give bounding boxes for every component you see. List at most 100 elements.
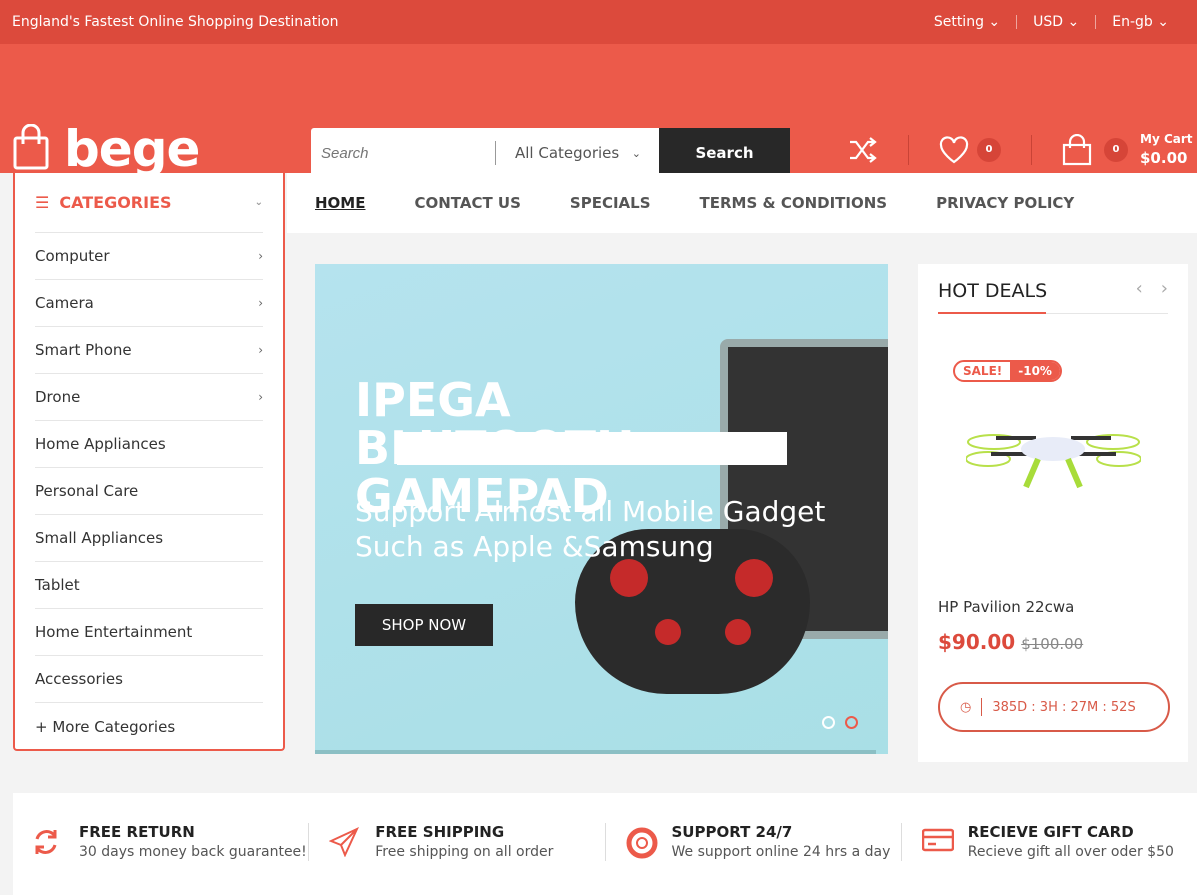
clock-icon: ◷ bbox=[960, 699, 972, 715]
sidebar-item[interactable]: Drone › bbox=[35, 374, 263, 421]
header: bege All Categories ⌄ Search 0 0 My Cart … bbox=[0, 44, 1197, 178]
categories-toggle[interactable]: ☰ CATEGORIES ⌄ bbox=[35, 173, 263, 233]
sidebar-item-label: Computer bbox=[35, 247, 110, 265]
sidebar-item[interactable]: + More Categories bbox=[35, 703, 263, 750]
sidebar-item[interactable]: Small Appliances bbox=[35, 515, 263, 562]
categories-sidebar: ☰ CATEGORIES ⌄ Computer › Camera › Smart Pho… bbox=[13, 173, 285, 751]
sidebar-item-label: Accessories bbox=[35, 670, 123, 688]
countdown-value: 385D : 3H : 27M : 52S bbox=[992, 699, 1136, 715]
hot-deals-panel: HOT DEALS ‹ › SALE! -10% HP Pavilion 22cwa… bbox=[918, 264, 1188, 762]
sidebar-item-label: Drone bbox=[35, 388, 81, 406]
sidebar-item[interactable]: Computer › bbox=[35, 233, 263, 280]
cart-summary[interactable]: My Cart $0.00 bbox=[1140, 132, 1193, 167]
old-price: $100.00 bbox=[1021, 635, 1084, 653]
feature-item: FREE RETURN 30 days money back guarantee! bbox=[13, 823, 310, 861]
countdown-timer: ◷ 385D : 3H : 27M : 52S bbox=[938, 682, 1170, 732]
feature-title: RECIEVE GIFT CARD bbox=[967, 823, 1134, 841]
slide-progress bbox=[315, 750, 876, 754]
sale-price: $90.00 bbox=[938, 630, 1016, 654]
logo[interactable]: bege bbox=[64, 122, 200, 176]
nav-link[interactable]: TERMS & CONDITIONS bbox=[700, 194, 888, 212]
chevron-down-icon: ⌄ bbox=[631, 146, 641, 160]
chevron-right-icon: › bbox=[258, 343, 263, 357]
nav-link[interactable]: PRIVACY POLICY bbox=[936, 194, 1074, 212]
slide-dot-1[interactable] bbox=[822, 716, 835, 729]
features-bar: FREE RETURN 30 days money back guarantee!… bbox=[13, 793, 1197, 895]
heart-icon[interactable] bbox=[939, 135, 969, 164]
chevron-right-icon: › bbox=[258, 249, 263, 263]
shuffle-compare-icon[interactable] bbox=[848, 136, 878, 163]
category-select[interactable]: All Categories ⌄ bbox=[495, 128, 659, 178]
shop-now-button[interactable]: SHOP NOW bbox=[355, 604, 493, 646]
drone-product-image[interactable] bbox=[966, 414, 1141, 504]
feature-item: SUPPORT 24/7 We support online 24 hrs a d… bbox=[606, 823, 902, 861]
search-button[interactable]: Search bbox=[659, 128, 790, 178]
discount-label: -10% bbox=[1010, 362, 1060, 380]
cart-bag-icon[interactable] bbox=[1062, 133, 1092, 166]
feature-title: FREE SHIPPING bbox=[375, 823, 505, 841]
feature-title: SUPPORT 24/7 bbox=[671, 823, 793, 841]
redaction-box bbox=[397, 432, 787, 465]
nav-link[interactable]: SPECIALS bbox=[570, 194, 651, 212]
sidebar-item[interactable]: Smart Phone › bbox=[35, 327, 263, 374]
currency-dropdown[interactable]: USD ⌄ bbox=[1016, 15, 1095, 29]
sidebar-item-label: Small Appliances bbox=[35, 529, 164, 547]
chevron-right-icon: › bbox=[258, 296, 263, 310]
sidebar-item[interactable]: Accessories bbox=[35, 656, 263, 703]
sidebar-item-label: Personal Care bbox=[35, 482, 139, 500]
product-price: $90.00 $100.00 bbox=[938, 630, 1083, 654]
slide-dot-2[interactable] bbox=[845, 716, 858, 729]
chevron-left-icon[interactable]: ‹ bbox=[1136, 278, 1143, 299]
chevron-right-icon[interactable]: › bbox=[1161, 278, 1168, 299]
cart-total: $0.00 bbox=[1140, 149, 1188, 167]
sidebar-item-label: Home Appliances bbox=[35, 435, 166, 453]
sidebar-item[interactable]: Home Appliances bbox=[35, 421, 263, 468]
setting-dropdown[interactable]: Setting ⌄ bbox=[918, 15, 1016, 29]
chevron-down-icon: ⌄ bbox=[254, 197, 263, 208]
nav-link[interactable]: CONTACT US bbox=[414, 194, 520, 212]
hot-deals-title: HOT DEALS bbox=[938, 264, 1168, 314]
sidebar-item[interactable]: Home Entertainment bbox=[35, 609, 263, 656]
banner-subtitle: Support Almost all Mobile Gadget Such as… bbox=[355, 495, 826, 563]
search-bar: All Categories ⌄ Search bbox=[311, 128, 790, 178]
search-input[interactable] bbox=[311, 128, 495, 178]
setting-label: Setting bbox=[933, 14, 984, 30]
currency-label: USD bbox=[1033, 14, 1064, 30]
nav-link[interactable]: HOME bbox=[315, 194, 365, 212]
language-label: En-gb bbox=[1112, 14, 1153, 30]
shopping-bag-icon[interactable] bbox=[13, 124, 49, 170]
sidebar-item[interactable]: Personal Care bbox=[35, 468, 263, 515]
sidebar-item-label: + More Categories bbox=[35, 717, 176, 736]
feature-text: Recieve gift all over oder $50 bbox=[967, 844, 1174, 860]
main-nav: HOME CONTACT US SPECIALS TERMS & CONDITIONS… bbox=[287, 173, 1197, 233]
wishlist-count: 0 bbox=[977, 137, 1001, 162]
sidebar-item-label: Smart Phone bbox=[35, 341, 132, 359]
sale-badge: SALE! -10% bbox=[953, 360, 1062, 382]
product-name[interactable]: HP Pavilion 22cwa bbox=[938, 598, 1074, 616]
hero-banner: IPEGA BLUTOOTH GAMEPAD Support Almost al… bbox=[315, 264, 888, 754]
tagline: England's Fastest Online Shopping Destin… bbox=[12, 14, 339, 30]
sidebar-item[interactable]: Camera › bbox=[35, 280, 263, 327]
top-bar: England's Fastest Online Shopping Destin… bbox=[0, 0, 1197, 44]
menu-icon: ☰ bbox=[35, 193, 50, 212]
sale-label: SALE! bbox=[963, 364, 1003, 378]
sidebar-item[interactable]: Tablet bbox=[35, 562, 263, 609]
feature-text: Free shipping on all order bbox=[375, 844, 554, 860]
feature-item: FREE SHIPPING Free shipping on all order bbox=[309, 823, 606, 861]
feature-text: 30 days money back guarantee! bbox=[79, 844, 307, 860]
chevron-right-icon: › bbox=[258, 390, 263, 404]
sidebar-item-label: Tablet bbox=[35, 576, 80, 594]
gift-card-icon bbox=[921, 827, 954, 861]
category-label: All Categories bbox=[515, 144, 620, 162]
categories-title: CATEGORIES bbox=[59, 193, 172, 212]
feature-item: RECIEVE GIFT CARD Recieve gift all over o… bbox=[902, 823, 1197, 861]
lifebuoy-icon bbox=[626, 827, 657, 861]
return-icon bbox=[33, 827, 63, 861]
cart-label: My Cart bbox=[1140, 132, 1193, 146]
feature-title: FREE RETURN bbox=[79, 823, 195, 841]
paper-plane-icon bbox=[328, 826, 360, 861]
sidebar-item-label: Camera bbox=[35, 294, 94, 312]
cart-count: 0 bbox=[1104, 137, 1128, 162]
sidebar-item-label: Home Entertainment bbox=[35, 623, 193, 641]
language-dropdown[interactable]: En-gb ⌄ bbox=[1095, 15, 1185, 29]
